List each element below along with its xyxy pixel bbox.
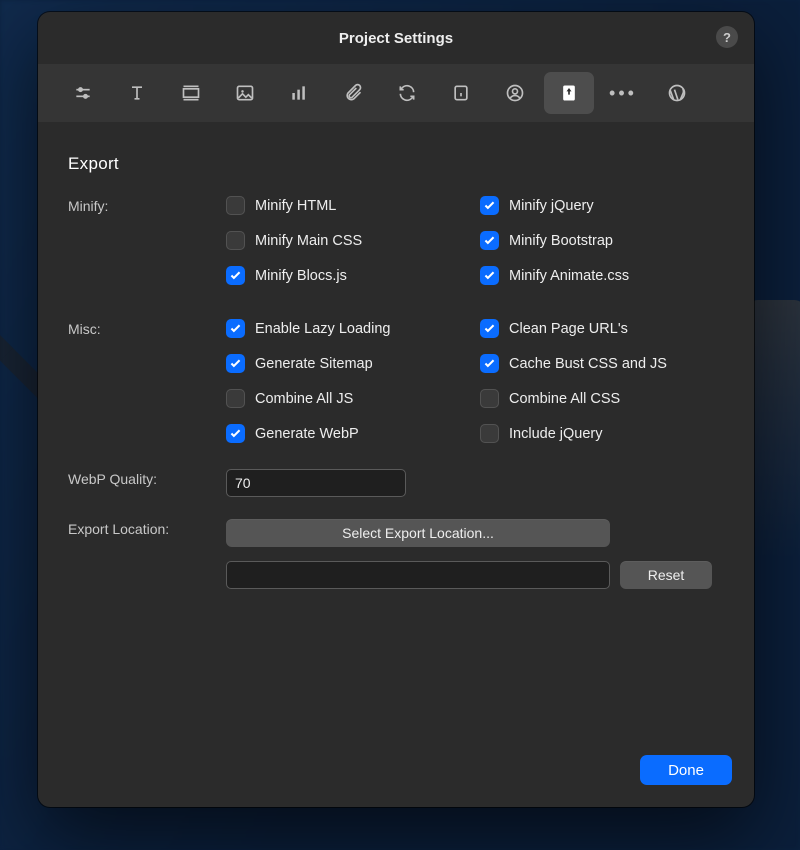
checkbox-label: Cache Bust CSS and JS (509, 356, 667, 372)
image-icon (235, 83, 255, 103)
tab-attachments[interactable] (328, 72, 378, 114)
checkbox-minify-blocsjs[interactable]: Minify Blocs.js (226, 266, 470, 285)
modal-title: Project Settings (339, 30, 453, 47)
refresh-icon (397, 83, 417, 103)
type-icon (127, 83, 147, 103)
checkbox-minify-html[interactable]: Minify HTML (226, 196, 470, 215)
minify-label: Minify: (68, 196, 226, 214)
tab-more[interactable]: ••• (598, 72, 648, 114)
info-icon (451, 83, 471, 103)
tab-sync[interactable] (382, 72, 432, 114)
tab-user[interactable] (490, 72, 540, 114)
reset-export-location-button[interactable]: Reset (620, 561, 712, 589)
tab-typography[interactable] (112, 72, 162, 114)
section-title: Export (68, 154, 724, 174)
export-location-row: Export Location: Select Export Location.… (68, 519, 724, 589)
done-button[interactable]: Done (640, 755, 732, 785)
checkbox-icon (226, 354, 245, 373)
checkbox-icon (480, 196, 499, 215)
tab-layout[interactable] (166, 72, 216, 114)
tab-wordpress[interactable] (652, 72, 702, 114)
checkbox-icon (226, 424, 245, 443)
checkbox-label: Combine All CSS (509, 391, 620, 407)
settings-tab-bar: ••• (38, 64, 754, 122)
background-decoration-right (746, 300, 800, 560)
checkbox-minify-maincss[interactable]: Minify Main CSS (226, 231, 470, 250)
checkbox-label: Combine All JS (255, 391, 353, 407)
checkbox-sitemap[interactable]: Generate Sitemap (226, 354, 470, 373)
chart-icon (289, 83, 309, 103)
sliders-icon (73, 83, 93, 103)
minify-options: Minify HTML Minify jQuery Minify Main CS… (226, 196, 724, 285)
modal-title-bar: Project Settings ? (38, 12, 754, 64)
layout-icon (181, 83, 201, 103)
more-icon: ••• (609, 84, 637, 102)
checkbox-combine-js[interactable]: Combine All JS (226, 389, 470, 408)
export-location-controls: Select Export Location... Reset (226, 519, 712, 589)
checkbox-cache-bust[interactable]: Cache Bust CSS and JS (480, 354, 724, 373)
checkbox-icon (480, 389, 499, 408)
modal-footer: Done (38, 755, 754, 807)
checkbox-icon (480, 266, 499, 285)
checkbox-label: Minify Animate.css (509, 268, 629, 284)
misc-row: Misc: Enable Lazy Loading Clean Page URL… (68, 319, 724, 443)
tab-analytics[interactable] (274, 72, 324, 114)
checkbox-icon (480, 319, 499, 338)
checkbox-icon (480, 424, 499, 443)
checkbox-icon (226, 231, 245, 250)
misc-label: Misc: (68, 319, 226, 337)
checkbox-clean-url[interactable]: Clean Page URL's (480, 319, 724, 338)
tab-sliders[interactable] (58, 72, 108, 114)
tab-export[interactable] (544, 72, 594, 114)
export-location-label: Export Location: (68, 519, 226, 537)
checkbox-label: Minify Main CSS (255, 233, 362, 249)
checkbox-icon (226, 196, 245, 215)
checkbox-label: Minify Bootstrap (509, 233, 613, 249)
export-path-row: Reset (226, 561, 712, 589)
export-panel: Export Minify: Minify HTML Minify jQuery… (38, 122, 754, 755)
checkbox-include-jquery[interactable]: Include jQuery (480, 424, 724, 443)
tab-image[interactable] (220, 72, 270, 114)
paperclip-icon (343, 83, 363, 103)
export-icon (559, 83, 579, 103)
webp-quality-row: WebP Quality: (68, 469, 724, 497)
checkbox-label: Enable Lazy Loading (255, 321, 390, 337)
checkbox-combine-css[interactable]: Combine All CSS (480, 389, 724, 408)
checkbox-minify-animatecss[interactable]: Minify Animate.css (480, 266, 724, 285)
checkbox-generate-webp[interactable]: Generate WebP (226, 424, 470, 443)
checkbox-label: Generate Sitemap (255, 356, 373, 372)
webp-quality-label: WebP Quality: (68, 469, 226, 487)
help-icon: ? (723, 30, 731, 45)
checkbox-label: Generate WebP (255, 426, 359, 442)
checkbox-icon (226, 319, 245, 338)
checkbox-icon (226, 389, 245, 408)
wordpress-icon (667, 83, 687, 103)
checkbox-minify-jquery[interactable]: Minify jQuery (480, 196, 724, 215)
checkbox-label: Minify HTML (255, 198, 336, 214)
checkbox-icon (480, 231, 499, 250)
misc-options: Enable Lazy Loading Clean Page URL's Gen… (226, 319, 724, 443)
checkbox-label: Include jQuery (509, 426, 603, 442)
webp-quality-field-wrap (226, 469, 406, 497)
user-icon (505, 83, 525, 103)
minify-row: Minify: Minify HTML Minify jQuery Minify… (68, 196, 724, 285)
tab-info[interactable] (436, 72, 486, 114)
checkbox-icon (480, 354, 499, 373)
select-export-location-button[interactable]: Select Export Location... (226, 519, 610, 547)
export-path-input[interactable] (226, 561, 610, 589)
webp-quality-input[interactable] (226, 469, 406, 497)
checkbox-minify-bootstrap[interactable]: Minify Bootstrap (480, 231, 724, 250)
project-settings-modal: Project Settings ? (38, 12, 754, 807)
checkbox-lazy-loading[interactable]: Enable Lazy Loading (226, 319, 470, 338)
checkbox-label: Clean Page URL's (509, 321, 628, 337)
checkbox-label: Minify jQuery (509, 198, 594, 214)
checkbox-icon (226, 266, 245, 285)
checkbox-label: Minify Blocs.js (255, 268, 347, 284)
help-button[interactable]: ? (716, 26, 738, 48)
